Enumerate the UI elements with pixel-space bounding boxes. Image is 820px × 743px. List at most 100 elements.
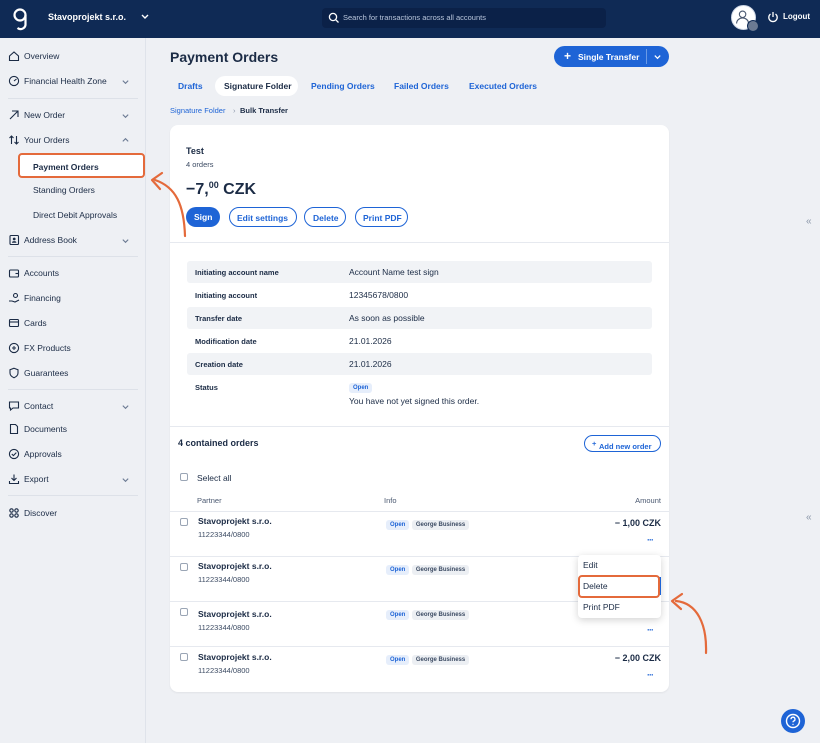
row-checkbox[interactable]	[180, 518, 188, 526]
collapse-panel-icon[interactable]: «	[806, 216, 812, 227]
row-account: 11223344/0800	[198, 666, 250, 675]
sidebar-item-contact[interactable]: Contact	[0, 396, 146, 416]
sidebar-item-direct-debit[interactable]: Direct Debit Approvals	[0, 205, 146, 225]
sidebar-item-label: Payment Orders	[33, 162, 99, 172]
sidebar-item-label: Documents	[24, 424, 67, 434]
sidebar-item-overview[interactable]: Overview	[0, 46, 146, 66]
divider	[170, 242, 669, 243]
annotation-arrowhead-delete	[670, 592, 684, 611]
grid-icon	[9, 508, 19, 518]
contained-orders-title: 4 contained orders	[178, 438, 259, 448]
row-partner: Stavoprojekt s.r.o.	[198, 652, 272, 662]
settings-badge-icon[interactable]	[747, 20, 759, 32]
tab-drafts[interactable]: Drafts	[170, 76, 210, 96]
divider	[170, 426, 669, 427]
row-amount: − 1,00 CZK	[614, 518, 661, 528]
sidebar-item-export[interactable]: Export	[0, 469, 146, 489]
row-info: Open George Business	[386, 518, 470, 530]
tab-executed-orders[interactable]: Executed Orders	[461, 76, 541, 96]
help-button[interactable]	[781, 709, 805, 733]
row-account: 11223344/0800	[198, 623, 250, 632]
row-more-button[interactable]: ···	[647, 670, 654, 680]
sidebar-item-address-book[interactable]: Address Book	[0, 230, 146, 250]
delete-order-button[interactable]: Delete	[304, 207, 346, 227]
row-partner: Stavoprojekt s.r.o.	[198, 561, 272, 571]
collapse-panel-icon[interactable]: «	[806, 512, 812, 523]
search-icon	[328, 12, 339, 23]
sidebar-item-new-order[interactable]: New Order	[0, 105, 146, 125]
chevron-up-icon	[122, 137, 129, 142]
sidebar-item-accounts[interactable]: Accounts	[0, 263, 146, 283]
arrow-up-right-icon	[9, 110, 19, 120]
sidebar-divider	[8, 495, 138, 496]
chevron-down-icon	[122, 405, 129, 410]
sidebar-item-label: Accounts	[24, 268, 59, 278]
single-transfer-label: Single Transfer	[578, 52, 640, 62]
sign-button[interactable]: Sign	[186, 207, 220, 227]
chevron-down-icon[interactable]	[140, 11, 150, 21]
search-input[interactable]: Search for transactions across all accou…	[322, 8, 606, 28]
swap-arrows-icon	[9, 135, 19, 145]
sidebar-item-your-orders[interactable]: Your Orders	[0, 130, 146, 150]
sidebar-item-financial-health[interactable]: Financial Health Zone	[0, 71, 146, 91]
shield-icon	[9, 367, 19, 379]
sidebar-item-cards[interactable]: Cards	[0, 313, 146, 333]
sidebar-item-label: Contact	[24, 401, 54, 411]
sidebar-item-discover[interactable]: Discover	[0, 503, 146, 523]
select-all-label[interactable]: Select all	[197, 473, 232, 483]
page-title: Payment Orders	[170, 49, 279, 65]
annotation-arrow-delete	[674, 599, 708, 655]
breadcrumb-current: Bulk Transfer	[240, 106, 288, 115]
row-info: Open George Business	[386, 563, 470, 575]
logout-button[interactable]: Logout	[783, 12, 810, 21]
select-all-checkbox[interactable]	[180, 473, 188, 481]
print-pdf-button[interactable]: Print PDF	[355, 207, 408, 227]
bank-logo-icon[interactable]	[12, 7, 30, 31]
sidebar-item-standing-orders[interactable]: Standing Orders	[0, 180, 146, 200]
detail-row: Transfer date As soon as possible	[187, 307, 652, 329]
row-checkbox[interactable]	[180, 608, 188, 616]
add-new-order-button[interactable]: + Add new order	[584, 435, 661, 452]
sidebar-item-financing[interactable]: Financing	[0, 288, 146, 308]
sidebar-item-guarantees[interactable]: Guarantees	[0, 363, 146, 383]
sidebar-item-approvals[interactable]: Approvals	[0, 444, 146, 464]
menu-item-print-pdf[interactable]: Print PDF	[578, 597, 661, 617]
order-count: 4 orders	[186, 160, 214, 169]
sidebar-item-label: FX Products	[24, 343, 71, 353]
row-checkbox[interactable]	[180, 563, 188, 571]
currency-exchange-icon	[8, 342, 20, 354]
sidebar-item-payment-orders[interactable]: Payment Orders	[18, 153, 145, 178]
sidebar-item-label: Your Orders	[24, 135, 70, 145]
detail-row-status: Status Open You have not yet signed this…	[195, 383, 480, 406]
menu-item-edit[interactable]: Edit	[578, 555, 661, 575]
search-placeholder: Search for transactions across all accou…	[343, 13, 486, 22]
sidebar-item-fx-products[interactable]: FX Products	[0, 338, 146, 358]
sidebar-item-documents[interactable]: Documents	[0, 419, 146, 439]
chevron-right-icon: ›	[233, 106, 236, 115]
status-text: You have not yet signed this order.	[349, 396, 480, 406]
row-checkbox[interactable]	[180, 653, 188, 661]
delete-highlight-box	[578, 575, 660, 598]
tab-pending-orders[interactable]: Pending Orders	[303, 76, 383, 96]
sidebar-item-label: Approvals	[24, 449, 62, 459]
breadcrumb-link[interactable]: Signature Folder	[170, 106, 225, 115]
home-icon	[8, 51, 20, 62]
hand-coin-icon	[9, 292, 20, 303]
company-name[interactable]: Stavoprojekt s.r.o.	[48, 12, 126, 22]
chevron-down-icon	[122, 80, 129, 85]
row-more-button[interactable]: ···	[647, 535, 654, 545]
chevron-down-icon[interactable]	[653, 52, 662, 61]
power-icon[interactable]	[767, 11, 779, 23]
row-info: Open George Business	[386, 608, 470, 620]
tab-signature-folder[interactable]: Signature Folder	[215, 76, 298, 96]
column-header-info: Info	[384, 496, 397, 505]
detail-row: Initiating account 12345678/0800	[195, 290, 409, 300]
column-header-partner: Partner	[197, 496, 222, 505]
row-account: 11223344/0800	[198, 575, 250, 584]
tab-failed-orders[interactable]: Failed Orders	[386, 76, 452, 96]
edit-settings-button[interactable]: Edit settings	[229, 207, 297, 227]
row-more-button[interactable]: ···	[647, 625, 654, 635]
single-transfer-button[interactable]: + Single Transfer	[554, 46, 669, 67]
button-divider	[646, 49, 647, 64]
sidebar-item-label: Standing Orders	[33, 185, 95, 195]
